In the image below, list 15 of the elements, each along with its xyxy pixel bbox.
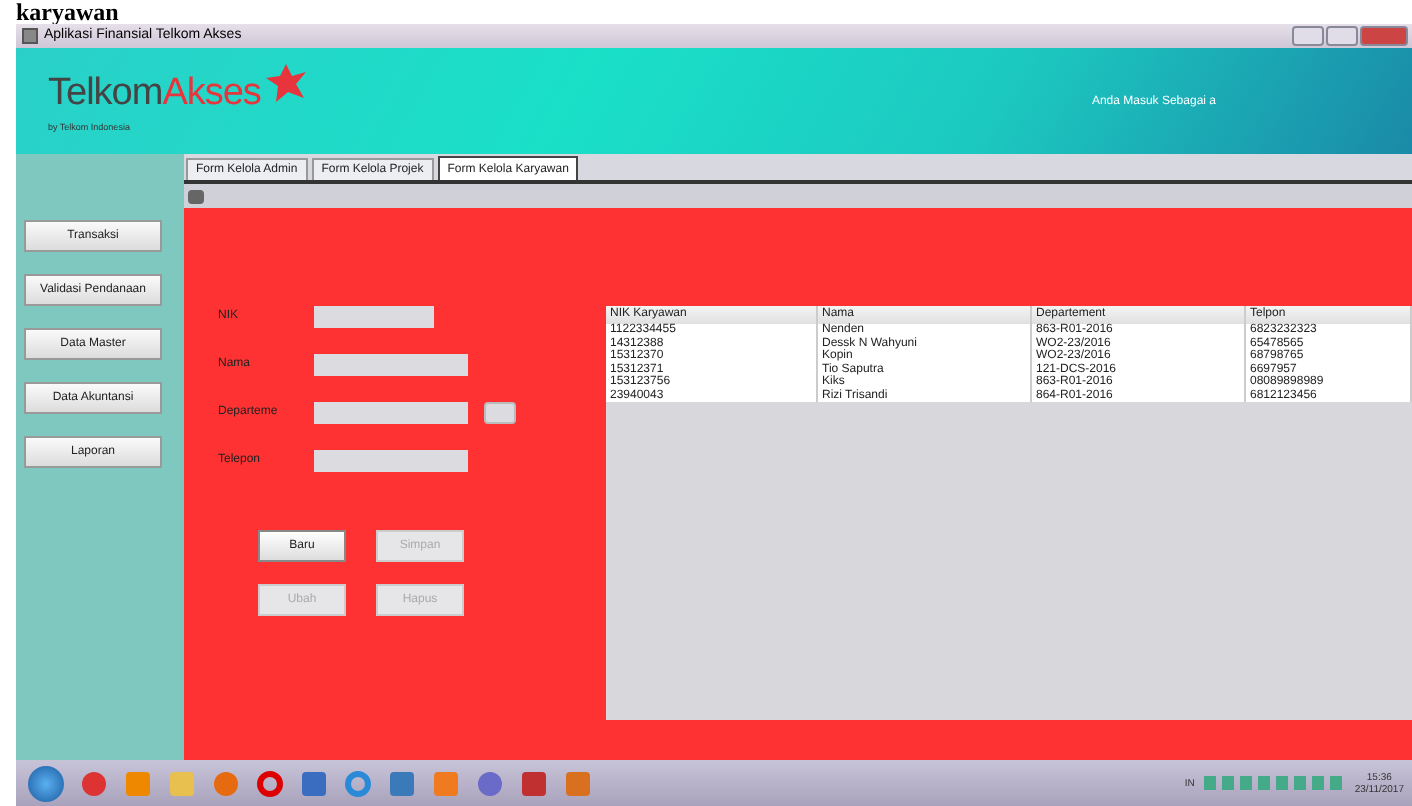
browse-button[interactable] bbox=[484, 401, 516, 424]
maximize-button[interactable] bbox=[1326, 25, 1358, 46]
document-heading: karyawan bbox=[16, 0, 119, 26]
minimize-button[interactable] bbox=[1292, 25, 1324, 46]
input-field[interactable] bbox=[314, 449, 468, 472]
close-button[interactable] bbox=[1360, 25, 1408, 46]
input-field[interactable] bbox=[314, 353, 468, 376]
app-icon bbox=[22, 27, 38, 44]
start-button[interactable] bbox=[28, 765, 64, 802]
logo-text: Telkom bbox=[48, 71, 163, 116]
input-field[interactable] bbox=[314, 401, 468, 424]
input-field[interactable] bbox=[314, 305, 434, 328]
tray-icons[interactable] bbox=[1204, 776, 1345, 791]
toolbar-button[interactable] bbox=[188, 189, 204, 204]
logo-text-accent: Akses bbox=[162, 71, 261, 116]
